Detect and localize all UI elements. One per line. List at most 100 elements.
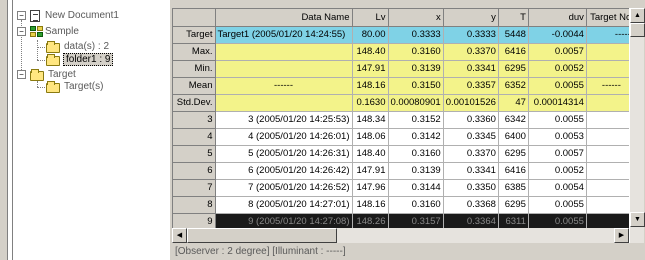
cell[interactable]: 0.3139 (388, 60, 444, 78)
cell[interactable]: 0.3152 (388, 111, 444, 129)
cell[interactable]: 6 (2005/01/20 14:26:42) (215, 162, 353, 180)
vertical-scrollbar[interactable]: ▲ ▼ (629, 8, 645, 243)
cell[interactable]: 0.3341 (443, 60, 499, 78)
cell[interactable]: 0.3341 (443, 162, 499, 180)
tree-node-document[interactable]: New Document1 (45, 9, 119, 22)
cell[interactable]: 0.00080901 (388, 94, 444, 112)
table-row[interactable]: 88 (2005/01/20 14:27:01) 148.16 0.3160 0.33… (173, 196, 637, 214)
cell[interactable]: 0.3333 (443, 26, 499, 44)
collapse-toggle[interactable]: − (17, 11, 26, 20)
collapse-toggle[interactable]: − (17, 70, 26, 79)
row-header[interactable]: Std.Dev. (173, 94, 216, 112)
cell[interactable]: 0.0052 (528, 162, 587, 180)
cell[interactable]: ------ (215, 77, 353, 95)
cell[interactable]: 0.3139 (388, 162, 444, 180)
corner-header[interactable] (173, 9, 216, 27)
cell[interactable]: 6295 (498, 196, 529, 214)
target-row[interactable]: Target Target1 (2005/01/20 14:24:55) 80.… (173, 26, 637, 44)
scroll-down-button[interactable]: ▼ (630, 212, 645, 227)
tree-node-sample[interactable]: Sample (45, 25, 79, 38)
table-row[interactable]: 66 (2005/01/20 14:26:42) 147.91 0.3139 0.33… (173, 162, 637, 180)
cell[interactable]: 6416 (498, 43, 529, 61)
cell[interactable]: 0.3160 (388, 196, 444, 214)
column-header-y[interactable]: y (443, 9, 499, 27)
cell[interactable]: 0.3160 (388, 145, 444, 163)
cell[interactable]: 0.0054 (528, 179, 587, 197)
cell[interactable]: 0.3368 (443, 196, 499, 214)
column-header-duv[interactable]: duv (528, 9, 587, 27)
cell[interactable]: 0.3345 (443, 128, 499, 146)
table-row[interactable]: 55 (2005/01/20 14:26:31) 148.40 0.3160 0.33… (173, 145, 637, 163)
cell[interactable]: 6295 (498, 60, 529, 78)
cell[interactable]: 0.1630 (352, 94, 389, 112)
cell[interactable]: 0.0055 (528, 77, 587, 95)
tree-node-folder1[interactable]: folder1 : 9 (63, 53, 114, 66)
cell[interactable]: 47 (498, 94, 529, 112)
cell[interactable]: 5448 (498, 26, 529, 44)
cell[interactable]: 6342 (498, 111, 529, 129)
cell[interactable]: 0.3370 (443, 43, 499, 61)
cell[interactable]: 3 (2005/01/20 14:25:53) (215, 111, 353, 129)
cell[interactable]: 148.16 (352, 196, 389, 214)
scroll-right-button[interactable]: ▶ (614, 228, 629, 243)
cell[interactable] (215, 43, 353, 61)
column-header-data-name[interactable]: Data Name (215, 9, 353, 27)
row-header[interactable]: Mean (173, 77, 216, 95)
cell[interactable]: 0.3360 (443, 111, 499, 129)
row-header[interactable]: Min. (173, 60, 216, 78)
table-row[interactable]: 33 (2005/01/20 14:25:53) 148.34 0.3152 0.33… (173, 111, 637, 129)
cell[interactable]: 148.06 (352, 128, 389, 146)
cell[interactable] (215, 60, 353, 78)
scroll-thumb[interactable] (187, 228, 337, 243)
cell[interactable]: 0.3333 (388, 26, 444, 44)
stat-row[interactable]: Std.Dev. 0.1630 0.00080901 0.00101526 47 0.00… (173, 94, 637, 112)
cell[interactable]: 147.96 (352, 179, 389, 197)
cell[interactable]: 0.0055 (528, 111, 587, 129)
column-header-t[interactable]: T (498, 9, 529, 27)
cell[interactable]: 148.16 (352, 77, 389, 95)
cell[interactable]: 0.0057 (528, 43, 587, 61)
cell[interactable]: 147.91 (352, 60, 389, 78)
scroll-thumb[interactable] (630, 23, 645, 37)
cell[interactable]: -0.0044 (528, 26, 587, 44)
cell[interactable]: 6352 (498, 77, 529, 95)
cell[interactable]: 8 (2005/01/20 14:27:01) (215, 196, 353, 214)
stat-row[interactable]: Min. 147.91 0.3139 0.3341 6295 0.0052 (173, 60, 637, 78)
collapse-toggle[interactable]: − (17, 27, 26, 36)
scroll-up-button[interactable]: ▲ (630, 8, 645, 23)
row-header[interactable]: 3 (173, 111, 216, 129)
cell[interactable]: 4 (2005/01/20 14:26:01) (215, 128, 353, 146)
row-header[interactable]: Max. (173, 43, 216, 61)
cell[interactable]: 0.3144 (388, 179, 444, 197)
cell[interactable]: 7 (2005/01/20 14:26:52) (215, 179, 353, 197)
scroll-left-button[interactable]: ◀ (172, 228, 187, 243)
cell[interactable]: 0.0052 (528, 60, 587, 78)
cell[interactable]: 0.3357 (443, 77, 499, 95)
cell[interactable]: 0.3370 (443, 145, 499, 163)
cell[interactable]: 6400 (498, 128, 529, 146)
cell[interactable]: 148.34 (352, 111, 389, 129)
table-row[interactable]: 44 (2005/01/20 14:26:01) 148.06 0.3142 0.33… (173, 128, 637, 146)
row-header[interactable]: 6 (173, 162, 216, 180)
row-header[interactable]: 5 (173, 145, 216, 163)
row-header[interactable]: 4 (173, 128, 216, 146)
cell[interactable]: 6385 (498, 179, 529, 197)
cell[interactable]: 0.3160 (388, 43, 444, 61)
cell[interactable]: 6295 (498, 145, 529, 163)
row-header[interactable]: Target (173, 26, 216, 44)
cell[interactable]: 147.91 (352, 162, 389, 180)
table-row[interactable]: 77 (2005/01/20 14:26:52) 147.96 0.3144 0.33… (173, 179, 637, 197)
cell[interactable]: 0.3142 (388, 128, 444, 146)
cell[interactable]: 0.3150 (388, 77, 444, 95)
tree-node-data[interactable]: data(s) : 2 (64, 40, 109, 53)
column-header-lv[interactable]: Lv (352, 9, 389, 27)
cell[interactable]: 0.3350 (443, 179, 499, 197)
horizontal-scrollbar[interactable]: ◀ ▶ (172, 228, 629, 243)
cell[interactable]: 0.0053 (528, 128, 587, 146)
column-header-x[interactable]: x (388, 9, 444, 27)
cell[interactable] (215, 94, 353, 112)
cell[interactable]: Target1 (2005/01/20 14:24:55) (215, 26, 353, 44)
cell[interactable]: 0.0055 (528, 196, 587, 214)
stat-row[interactable]: Max. 148.40 0.3160 0.3370 6416 0.0057 (173, 43, 637, 61)
cell[interactable]: 0.00014314 (528, 94, 587, 112)
